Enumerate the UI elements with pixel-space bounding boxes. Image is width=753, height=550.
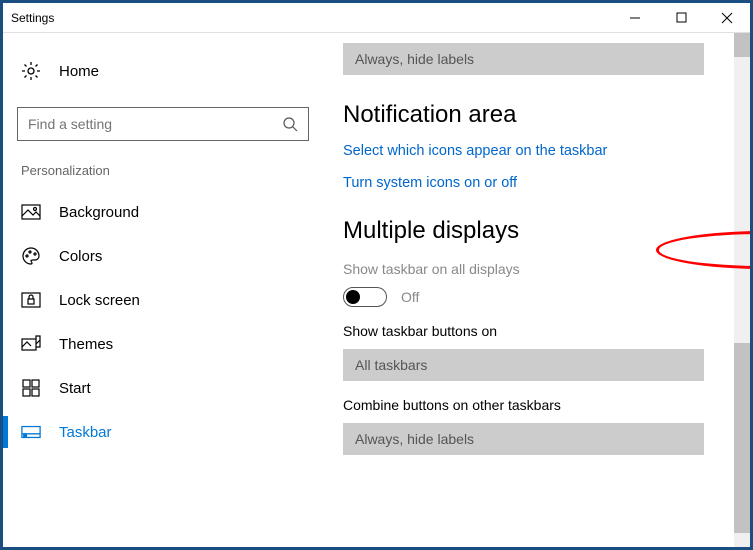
sidebar-item-lock-screen[interactable]: Lock screen <box>17 278 309 322</box>
sidebar-item-label: Taskbar <box>59 424 112 441</box>
close-button[interactable] <box>704 3 750 33</box>
toggle-show-all-displays[interactable] <box>343 287 387 307</box>
minimize-button[interactable] <box>612 3 658 33</box>
sidebar-item-colors[interactable]: Colors <box>17 234 309 278</box>
palette-icon <box>21 246 41 266</box>
label-show-all-displays: Show taskbar on all displays <box>343 261 704 277</box>
sidebar-item-label: Themes <box>59 336 113 353</box>
label-show-buttons-on: Show taskbar buttons on <box>343 323 704 339</box>
lock-screen-icon <box>21 290 41 310</box>
scrollbar-thumb-top[interactable] <box>734 33 750 57</box>
heading-multiple-displays: Multiple displays <box>343 217 704 245</box>
sidebar-item-label: Start <box>59 380 91 397</box>
titlebar: Settings <box>3 3 750 33</box>
dropdown-show-buttons-on[interactable]: All taskbars <box>343 349 704 381</box>
link-select-icons[interactable]: Select which icons appear on the taskbar <box>343 143 704 159</box>
content-area: Always, hide labels Notification area Se… <box>323 33 750 547</box>
link-system-icons[interactable]: Turn system icons on or off <box>343 175 704 191</box>
label-combine-other: Combine buttons on other taskbars <box>343 397 704 413</box>
section-caption: Personalization <box>17 163 309 178</box>
combine-dropdown-top[interactable]: Always, hide labels <box>343 43 704 75</box>
taskbar-icon <box>21 422 41 442</box>
sidebar: Home Personalization Background <box>3 33 323 547</box>
sidebar-item-background[interactable]: Background <box>17 190 309 234</box>
toggle-state-label: Off <box>401 289 419 305</box>
sidebar-item-themes[interactable]: Themes <box>17 322 309 366</box>
sidebar-item-taskbar[interactable]: Taskbar <box>17 410 309 454</box>
sidebar-item-label: Background <box>59 204 139 221</box>
start-icon <box>21 378 41 398</box>
dropdown-combine-other[interactable]: Always, hide labels <box>343 423 704 455</box>
home-nav[interactable]: Home <box>17 53 309 89</box>
sidebar-item-label: Colors <box>59 248 102 265</box>
scrollbar[interactable] <box>734 33 750 547</box>
search-input[interactable] <box>26 115 266 133</box>
search-box[interactable] <box>17 107 309 141</box>
picture-icon <box>21 202 41 222</box>
window-title: Settings <box>11 11 54 25</box>
home-label: Home <box>59 63 99 80</box>
sidebar-item-start[interactable]: Start <box>17 366 309 410</box>
heading-notification-area: Notification area <box>343 101 704 129</box>
scrollbar-thumb[interactable] <box>734 343 750 533</box>
themes-icon <box>21 334 41 354</box>
sidebar-item-label: Lock screen <box>59 292 140 309</box>
gear-icon <box>21 61 41 81</box>
search-icon <box>280 114 300 134</box>
settings-window: Settings Home <box>0 0 753 550</box>
maximize-button[interactable] <box>658 3 704 33</box>
